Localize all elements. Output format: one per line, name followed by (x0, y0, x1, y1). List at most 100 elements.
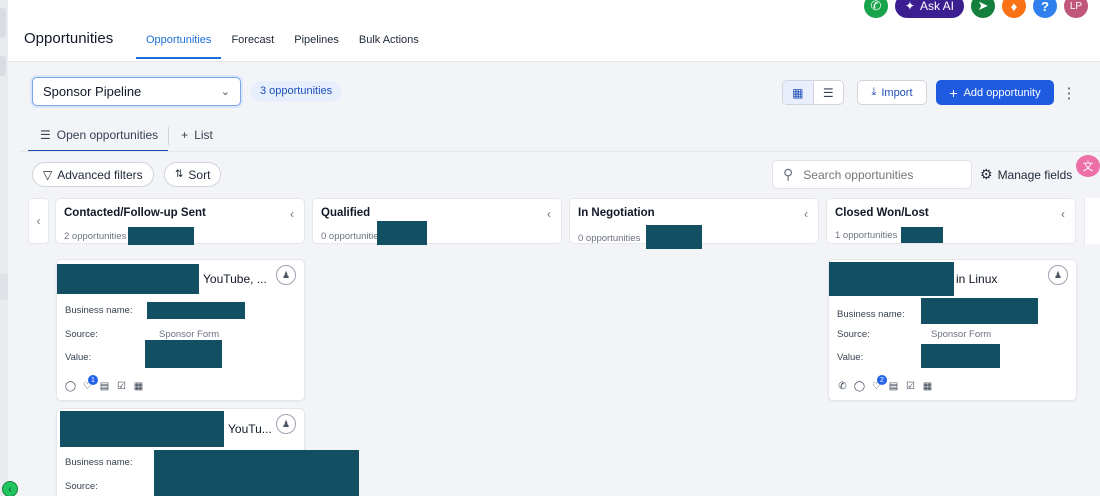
tag-count-badge: 1 (88, 375, 98, 385)
list-view-icon[interactable]: ☰ (814, 81, 844, 104)
card-title: in Linux (829, 260, 997, 296)
plus-icon: + (181, 128, 189, 142)
source-row: Source: Sponsor Form (837, 329, 991, 340)
rail-handle[interactable] (0, 274, 8, 300)
header-actions: ✆ ✦ Ask AI ➤ ♦ ? LP (863, 0, 1088, 18)
card-title-suffix: YouTube, ... (203, 272, 267, 286)
redacted-block (145, 340, 222, 368)
source-label: Source: (837, 329, 870, 340)
redacted-block (128, 227, 195, 245)
manage-fields-label: Manage fields (997, 167, 1073, 182)
collapse-sidebar-icon[interactable]: ‹ (2, 481, 18, 496)
gear-icon: ⚙ (980, 166, 993, 182)
help-icon[interactable]: ? (1033, 0, 1057, 18)
business-name-row: Business name: (65, 457, 153, 468)
assign-user-icon[interactable]: ♟ (1048, 265, 1068, 285)
assign-user-icon[interactable]: ♟ (276, 265, 296, 285)
bell-icon[interactable]: ♦ (1002, 0, 1026, 18)
task-icon[interactable]: ☑ (905, 381, 916, 392)
collapse-column-icon[interactable]: ‹ (547, 207, 551, 221)
collapse-column-icon[interactable]: ‹ (804, 207, 808, 221)
search-input[interactable] (803, 167, 954, 182)
calendar-icon[interactable]: ▦ (133, 381, 144, 392)
tab-open-opportunities[interactable]: ☰ Open opportunities (28, 124, 169, 152)
value-label: Value: (837, 351, 864, 363)
more-options-icon[interactable]: ⋮ (1062, 80, 1077, 105)
redacted-block (921, 298, 1038, 324)
scroll-left-button[interactable]: ‹ (28, 198, 49, 244)
search-icon: ⚲ (783, 166, 794, 182)
redacted-block (829, 262, 954, 296)
business-name-row: Business name: (65, 302, 245, 319)
chevron-down-icon: ⌄ (220, 86, 230, 98)
stage-column-header: Closed Won/Lost 1 opportunities ‹ (826, 198, 1076, 244)
tab-opportunities[interactable]: Opportunities (136, 33, 222, 59)
source-label: Source: (65, 481, 98, 492)
collapse-column-icon[interactable]: ‹ (1061, 207, 1065, 221)
source-value: Sponsor Form (931, 329, 992, 340)
opportunity-card[interactable]: YouTu... ♟ Business name: Source: (56, 408, 359, 496)
business-name-row: Business name: (837, 298, 1038, 324)
manage-fields-button[interactable]: ⚙ Manage fields (980, 166, 1072, 183)
grid-view-icon[interactable]: ▦ (783, 81, 814, 104)
add-opportunity-button[interactable]: + Add opportunity (936, 80, 1054, 105)
card-title: YouTube, ... (57, 260, 267, 294)
message-icon[interactable]: ◯ (854, 381, 865, 392)
ask-ai-label: Ask AI (919, 0, 954, 13)
tab-bulk-actions[interactable]: Bulk Actions (349, 33, 429, 59)
card-title-suffix: YouTu... (228, 422, 272, 436)
ask-ai-button[interactable]: ✦ Ask AI (894, 0, 964, 18)
plus-icon: + (949, 84, 958, 101)
opportunity-card[interactable]: in Linux ♟ Business name: Source: Sponso… (828, 259, 1077, 401)
stage-name: Closed Won/Lost (835, 207, 929, 219)
redacted-block (646, 225, 703, 249)
tag-icon[interactable]: ♡ 1 (82, 375, 98, 392)
advanced-filters-label: Advanced filters (57, 167, 143, 182)
note-icon[interactable]: ▤ (99, 381, 110, 392)
redacted-block (377, 221, 428, 245)
card-title: YouTu... (57, 409, 272, 447)
message-icon[interactable]: ◯ (65, 381, 76, 392)
add-list-tab[interactable]: + List (169, 124, 223, 152)
stage-column-header: Contacted/Follow-up Sent 2 opportunities… (55, 198, 305, 245)
redacted-block (60, 411, 224, 447)
business-name-label: Business name: (65, 305, 133, 316)
redacted-block (154, 450, 359, 496)
tab-pipelines[interactable]: Pipelines (284, 33, 349, 59)
add-opportunity-label: Add opportunity (963, 86, 1041, 99)
calendar-icon[interactable]: ▦ (922, 381, 933, 392)
task-icon[interactable]: ☑ (116, 381, 127, 392)
note-icon[interactable]: ▤ (888, 381, 899, 392)
import-button[interactable]: ⤓ Import (857, 80, 927, 105)
stage-count: 1 opportunities (835, 229, 898, 241)
source-label: Source: (65, 329, 98, 340)
megaphone-icon[interactable]: ➤ (971, 0, 995, 18)
translate-icon[interactable]: 文 (1076, 155, 1100, 177)
advanced-filters-button[interactable]: ▽ Advanced filters (32, 162, 154, 187)
card-actions: ◯ ♡ 1 ▤ ☑ ▦ (65, 375, 144, 392)
redacted-block (901, 227, 944, 243)
rail-handle[interactable] (0, 8, 6, 38)
value-row: Value: (65, 340, 222, 368)
header-tabs: Opportunities Forecast Pipelines Bulk Ac… (136, 33, 429, 59)
phone-icon[interactable]: ✆ (863, 0, 888, 18)
business-name-label: Business name: (837, 308, 905, 320)
source-value: Sponsor Form (159, 329, 220, 340)
stage-name: In Negotiation (578, 207, 655, 219)
stage-count: 0 opportunities (321, 230, 384, 242)
page: Opportunities Opportunities Forecast Pip… (0, 0, 1100, 496)
tab-forecast[interactable]: Forecast (221, 33, 284, 59)
sort-button[interactable]: ⇅ Sort (164, 162, 222, 187)
tag-icon[interactable]: ♡ 2 (871, 375, 887, 392)
pipeline-select[interactable]: Sponsor Pipeline ⌄ (32, 77, 241, 106)
business-name-label: Business name: (65, 457, 133, 468)
collapse-column-icon[interactable]: ‹ (290, 207, 294, 221)
rail-handle[interactable] (0, 56, 6, 76)
card-actions: ✆ ◯ ♡ 2 ▤ ☑ ▦ (837, 375, 933, 392)
import-label: Import (881, 86, 913, 99)
phone-icon[interactable]: ✆ (837, 381, 848, 392)
assign-user-icon[interactable]: ♟ (276, 414, 296, 434)
opportunity-card[interactable]: YouTube, ... ♟ Business name: Source: Sp… (56, 259, 305, 401)
avatar[interactable]: LP (1064, 0, 1088, 18)
redacted-block (57, 264, 199, 294)
